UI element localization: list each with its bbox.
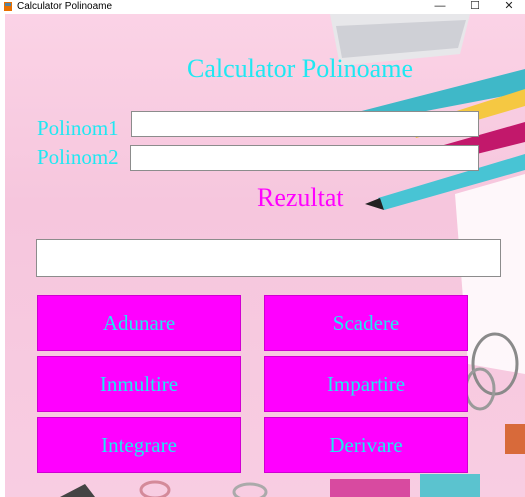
app-content: Calculator Polinoame Polinom1 Polinom2 R… xyxy=(0,14,525,497)
derivare-button[interactable]: Derivare xyxy=(264,417,468,473)
impartire-button[interactable]: Impartire xyxy=(264,356,468,412)
window-titlebar: Calculator Polinoame — ☐ ✕ xyxy=(0,0,525,14)
result-field[interactable] xyxy=(36,239,501,277)
window-title: Calculator Polinoame xyxy=(17,1,113,12)
result-label: Rezultat xyxy=(257,183,344,212)
left-edge xyxy=(0,14,5,497)
scadere-button[interactable]: Scadere xyxy=(264,295,468,351)
inmultire-button[interactable]: Inmultire xyxy=(37,356,241,412)
polinom1-input[interactable] xyxy=(131,111,479,137)
polinom2-label: Polinom2 xyxy=(37,145,119,169)
app-heading: Calculator Polinoame xyxy=(186,54,413,83)
integrare-button[interactable]: Integrare xyxy=(37,417,241,473)
polinom1-label: Polinom1 xyxy=(37,116,119,140)
adunare-button[interactable]: Adunare xyxy=(37,295,241,351)
close-button[interactable]: ✕ xyxy=(495,0,523,14)
minimize-button[interactable]: — xyxy=(426,0,454,14)
maximize-button[interactable]: ☐ xyxy=(461,0,489,14)
java-app-icon xyxy=(4,2,12,11)
polinom2-input[interactable] xyxy=(130,145,479,171)
